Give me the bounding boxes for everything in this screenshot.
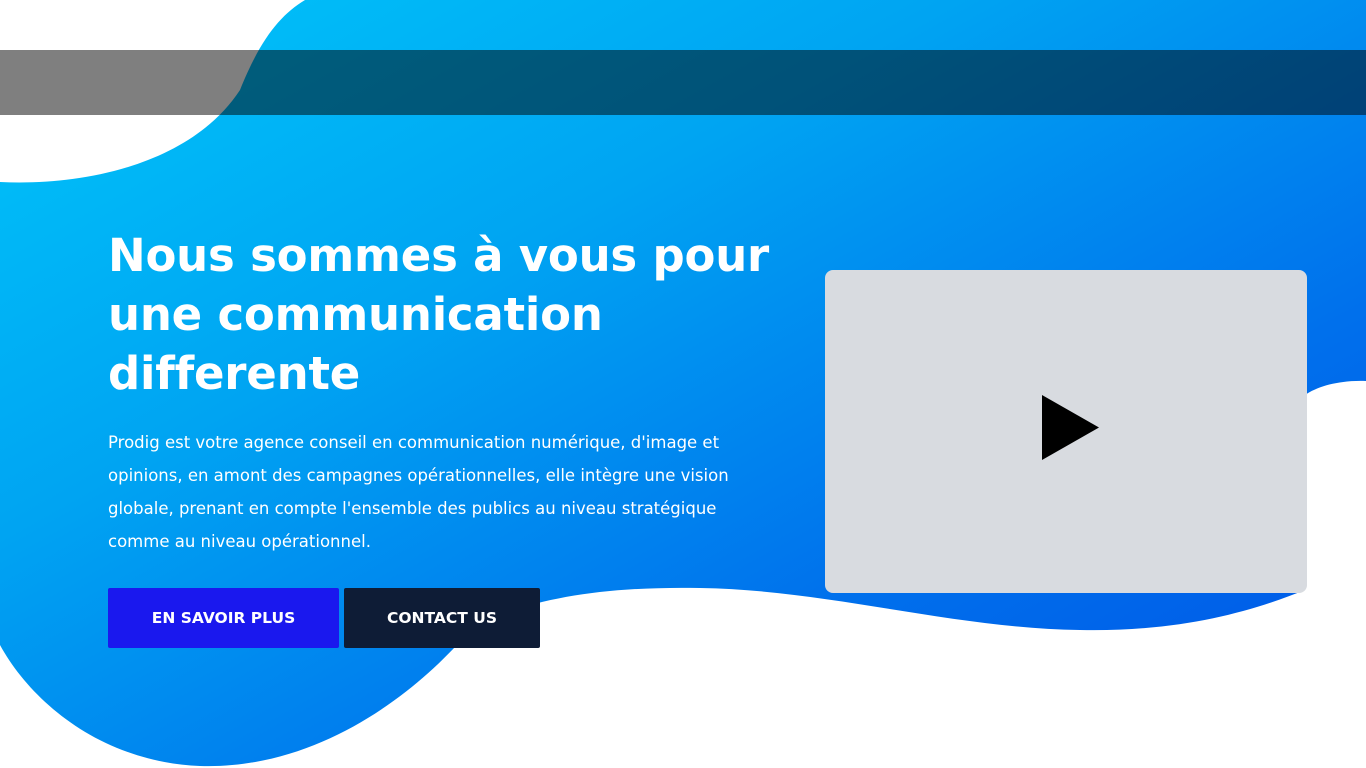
hero-title: Nous sommes à vous pour une communicatio… [108, 229, 770, 400]
contact-us-button[interactable]: CONTACT US [344, 588, 540, 648]
hero-description: Prodig est votre agence conseil en commu… [108, 433, 729, 551]
video-player[interactable] [825, 270, 1307, 593]
en-savoir-plus-button[interactable]: EN SAVOIR PLUS [108, 588, 339, 648]
hero-section: Nous sommes à vous pour une communicatio… [0, 0, 1366, 768]
header-bar [0, 50, 1366, 115]
play-icon[interactable] [1042, 395, 1099, 460]
